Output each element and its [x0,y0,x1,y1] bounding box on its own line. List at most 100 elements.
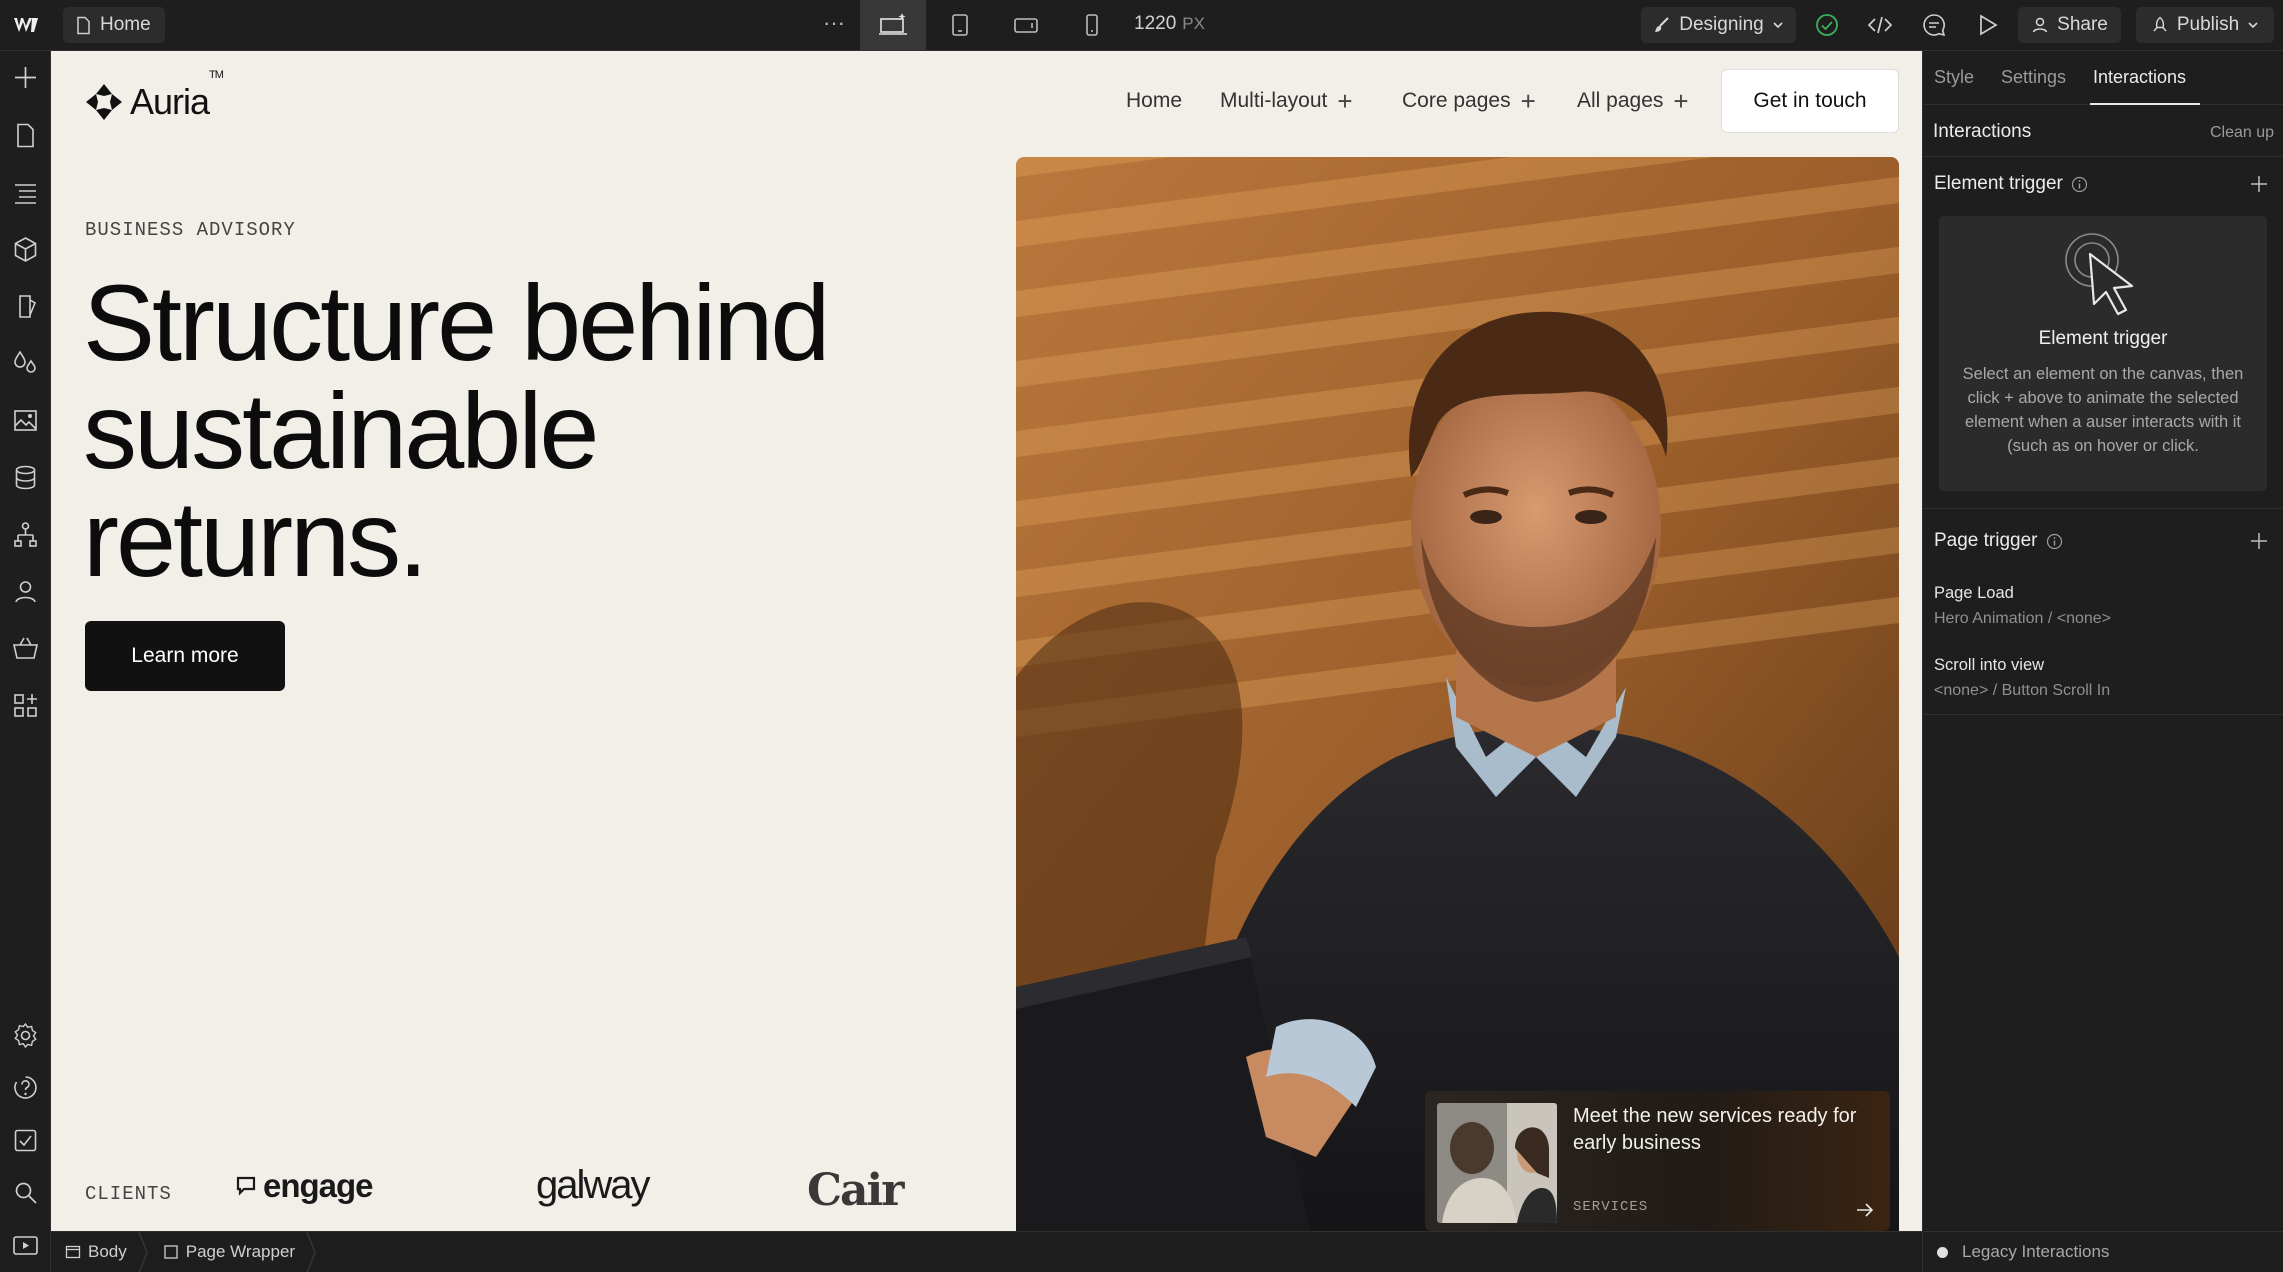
apps-icon[interactable] [11,691,40,720]
add-page-trigger-icon[interactable] [2249,531,2269,551]
video-icon[interactable] [11,1231,40,1260]
info-icon[interactable] [2046,533,2063,550]
users-icon[interactable] [11,577,40,606]
nav-core-pages[interactable]: Core pages + [1402,86,1536,116]
get-in-touch-button[interactable]: Get in touch [1721,69,1899,133]
tab-style[interactable]: Style [1934,67,1974,88]
rocket-icon [2153,16,2167,32]
publish-label: Publish [2176,14,2240,35]
element-trigger-card-description: Select an element on the canvas, then cl… [1962,365,2244,455]
breadcrumb-body[interactable]: Body [51,1232,137,1272]
page-trigger-item-subtitle: <none> / Button Scroll In [1934,682,2111,699]
headline-line: Structure behind [83,262,831,383]
add-icon[interactable] [11,63,40,92]
promo-card[interactable]: Meet the new services ready for early bu… [1425,1091,1890,1231]
page-trigger-item-title: Page Load [1934,584,2014,602]
share-label: Share [2057,14,2108,35]
mobile-portrait-breakpoint-button[interactable] [1059,0,1125,50]
breadcrumb-separator-icon [138,1231,148,1272]
promo-tag: SERVICES [1573,1199,1649,1215]
mobile-landscape-breakpoint-button[interactable] [993,0,1059,50]
tablet-breakpoint-button[interactable] [927,0,993,50]
client-name: engage [263,1167,374,1204]
tab-interactions[interactable]: Interactions [2093,67,2186,88]
info-icon[interactable] [2071,176,2088,193]
canvas-width-unit: PX [1182,14,1205,33]
interactions-title: Interactions [1933,121,2032,142]
share-button[interactable]: Share [2018,7,2121,43]
page-trigger-item-subtitle: Hero Animation / <none> [1934,610,2112,627]
legacy-interactions-toggle[interactable]: Legacy Interactions [1923,1231,2283,1272]
navigator-icon[interactable] [11,178,40,207]
breadcrumb-page-wrapper[interactable]: Page Wrapper [149,1232,305,1272]
breadcrumb-label: Body [88,1242,127,1261]
brand-trademark: TM [209,69,224,81]
pages-icon[interactable] [11,121,40,150]
nav-all-pages-label: All pages [1577,89,1664,112]
page-icon [77,16,90,34]
webflow-logo-icon[interactable] [12,13,40,37]
learn-more-button[interactable]: Learn more [85,621,285,691]
client-logo-cair: Cair [807,1165,904,1216]
site-logo[interactable]: AuriaTM [84,69,224,123]
user-icon [2032,17,2048,33]
variables-icon[interactable] [11,292,40,321]
settings-icon[interactable] [11,1021,40,1050]
brand-text: Auria [130,81,210,122]
search-icon[interactable] [11,1178,40,1207]
divider [1923,714,2283,715]
canvas-width-readout[interactable]: 1220 PX [1134,13,1205,35]
breadcrumb-separator-icon [306,1231,316,1272]
right-settings-panel: Style Settings Interactions Interactions… [1922,51,2283,1272]
plus-icon: + [1520,86,1536,116]
comments-icon[interactable] [1920,11,1948,39]
headline-line: sustainable [83,370,599,491]
preview-play-icon[interactable] [1973,11,2001,39]
styles-icon[interactable] [11,349,40,378]
nav-core-pages-label: Core pages [1402,89,1511,112]
add-element-trigger-icon[interactable] [2249,174,2269,194]
left-toolbar [0,51,51,1272]
hero-photo[interactable] [1016,157,1899,1231]
brush-icon [1655,17,1669,32]
plus-icon: + [1673,86,1689,116]
page-selector-label: Home [100,14,151,35]
nav-all-pages[interactable]: All pages + [1577,86,1689,116]
headline-line: returns. [83,478,428,599]
code-icon[interactable] [1866,11,1894,39]
clients-label: CLIENTS [85,1183,172,1205]
desktop-breakpoint-button[interactable] [860,0,926,50]
logic-icon[interactable] [11,520,40,549]
element-breadcrumb: Body Page Wrapper [51,1231,1922,1272]
ecommerce-icon[interactable] [11,634,40,663]
interactions-section-header: Interactions Clean up [1923,105,2283,157]
desktop-star-icon [879,13,907,35]
nav-home[interactable]: Home [1126,89,1182,113]
nav-multi-layout[interactable]: Multi-layout + [1220,88,1353,114]
help-icon[interactable] [11,1073,40,1102]
mode-label: Designing [1679,14,1764,35]
divider [1923,508,2283,509]
mobile-portrait-icon [1086,14,1098,36]
site-brand-name: AuriaTM [130,69,224,123]
body-icon [65,1245,81,1259]
tab-settings[interactable]: Settings [2001,67,2066,88]
chat-bubble-icon [236,1176,256,1196]
nav-multi-layout-label: Multi-layout [1220,89,1328,112]
design-canvas[interactable]: AuriaTM Home Multi-layout + Core pages +… [51,51,1922,1231]
page-selector-button[interactable]: Home [63,7,165,43]
hero-headline: Structure behind sustainable returns. [83,269,983,593]
element-trigger-empty-card: Element trigger Select an element on the… [1939,216,2267,491]
publish-button[interactable]: Publish [2136,7,2274,43]
published-check-icon[interactable] [1813,11,1841,39]
cms-icon[interactable] [11,463,40,492]
status-dot-icon [1937,1246,1948,1258]
more-options-icon[interactable]: ··· [820,12,848,38]
designing-mode-dropdown[interactable]: Designing [1641,7,1796,43]
components-icon[interactable] [11,235,40,264]
audit-icon[interactable] [11,1126,40,1155]
div-block-icon [164,1245,178,1259]
clean-up-button[interactable]: Clean up [2210,124,2274,142]
chevron-down-icon [2248,22,2258,29]
assets-icon[interactable] [11,406,40,435]
